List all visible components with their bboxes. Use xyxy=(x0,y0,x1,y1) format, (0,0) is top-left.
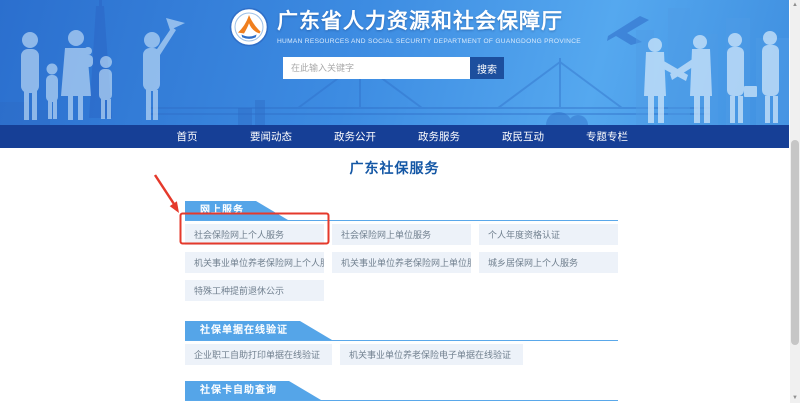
site-brand: 广东省人力资源和社会保障厅 HUMAN RESOURCES AND SOCIAL… xyxy=(229,7,581,47)
section-doc-verification: 社保单据在线验证 企业职工自助打印单据在线验证 机关事业单位养老保险电子单据在线… xyxy=(185,321,618,365)
service-button-rural-personal[interactable]: 城乡居保网上个人服务 xyxy=(479,252,618,273)
scrollbar[interactable]: ▲ ▼ xyxy=(790,0,800,403)
section-tab-row: 网上服务 xyxy=(185,201,618,221)
section-card-self-query: 社保卡自助查询 xyxy=(185,381,618,401)
site-subtitle-en: HUMAN RESOURCES AND SOCIAL SECURITY DEPA… xyxy=(277,38,581,45)
nav-item-news[interactable]: 要闻动态 xyxy=(229,129,313,144)
service-button-gov-pension-employer[interactable]: 机关事业单位养老保险网上单位服务 xyxy=(332,252,471,273)
service-button-si-personal[interactable]: 社会保险网上个人服务 xyxy=(185,224,324,245)
sections: 网上服务 社会保险网上个人服务 社会保险网上单位服务 个人年度资格认证 机关事业… xyxy=(185,201,618,401)
site-header: 广东省人力资源和社会保障厅 HUMAN RESOURCES AND SOCIAL… xyxy=(0,0,789,125)
search-bar: 搜索 xyxy=(283,57,504,79)
section-tab-doc-verification: 社保单据在线验证 xyxy=(185,321,332,340)
section-tab-card-self-query: 社保卡自助查询 xyxy=(185,381,321,400)
scroll-down-arrow[interactable]: ▼ xyxy=(790,394,800,402)
verify-button-enterprise-print[interactable]: 企业职工自助打印单据在线验证 xyxy=(185,344,332,365)
section-tab-row: 社保单据在线验证 xyxy=(185,321,618,341)
skyline-silhouette xyxy=(0,100,588,125)
section-tab-row: 社保卡自助查询 xyxy=(185,381,618,401)
scroll-up-arrow[interactable]: ▲ xyxy=(790,1,800,9)
page-title: 广东社保服务 xyxy=(0,158,789,178)
service-button-grid: 社会保险网上个人服务 社会保险网上单位服务 个人年度资格认证 机关事业单位养老保… xyxy=(185,224,618,301)
nav-item-special-topics[interactable]: 专题专栏 xyxy=(565,129,649,144)
main-nav: 首页 要闻动态 政务公开 政务服务 政民互动 专题专栏 xyxy=(0,125,789,148)
verify-button-gov-electronic-doc[interactable]: 机关事业单位养老保险电子单据在线验证 xyxy=(340,344,523,365)
page-content: 广东社保服务 网上服务 社会保险网上个人服务 社会保险网上单位服务 个人年度资格… xyxy=(0,148,789,403)
service-button-gov-pension-personal[interactable]: 机关事业单位养老保险网上个人服务 xyxy=(185,252,324,273)
browser-viewport: 广东省人力资源和社会保障厅 HUMAN RESOURCES AND SOCIAL… xyxy=(0,0,800,403)
nav-item-interaction[interactable]: 政民互动 xyxy=(481,129,565,144)
nav-item-gov-services[interactable]: 政务服务 xyxy=(397,129,481,144)
search-button[interactable]: 搜索 xyxy=(470,57,504,79)
service-button-special-retirement-notice[interactable]: 特殊工种提前退休公示 xyxy=(185,280,324,301)
site-logo-icon xyxy=(229,7,269,47)
verify-button-row: 企业职工自助打印单据在线验证 机关事业单位养老保险电子单据在线验证 xyxy=(185,344,618,365)
nav-item-home[interactable]: 首页 xyxy=(145,129,229,144)
nav-item-gov-disclosure[interactable]: 政务公开 xyxy=(313,129,397,144)
site-title: 广东省人力资源和社会保障厅 xyxy=(277,9,581,35)
service-button-annual-certification[interactable]: 个人年度资格认证 xyxy=(479,224,618,245)
section-online-services: 网上服务 社会保险网上个人服务 社会保险网上单位服务 个人年度资格认证 机关事业… xyxy=(185,201,618,301)
service-button-si-employer[interactable]: 社会保险网上单位服务 xyxy=(332,224,471,245)
section-tab-online-services: 网上服务 xyxy=(185,201,288,220)
search-input[interactable] xyxy=(283,57,470,79)
scrollbar-thumb[interactable] xyxy=(791,140,799,345)
